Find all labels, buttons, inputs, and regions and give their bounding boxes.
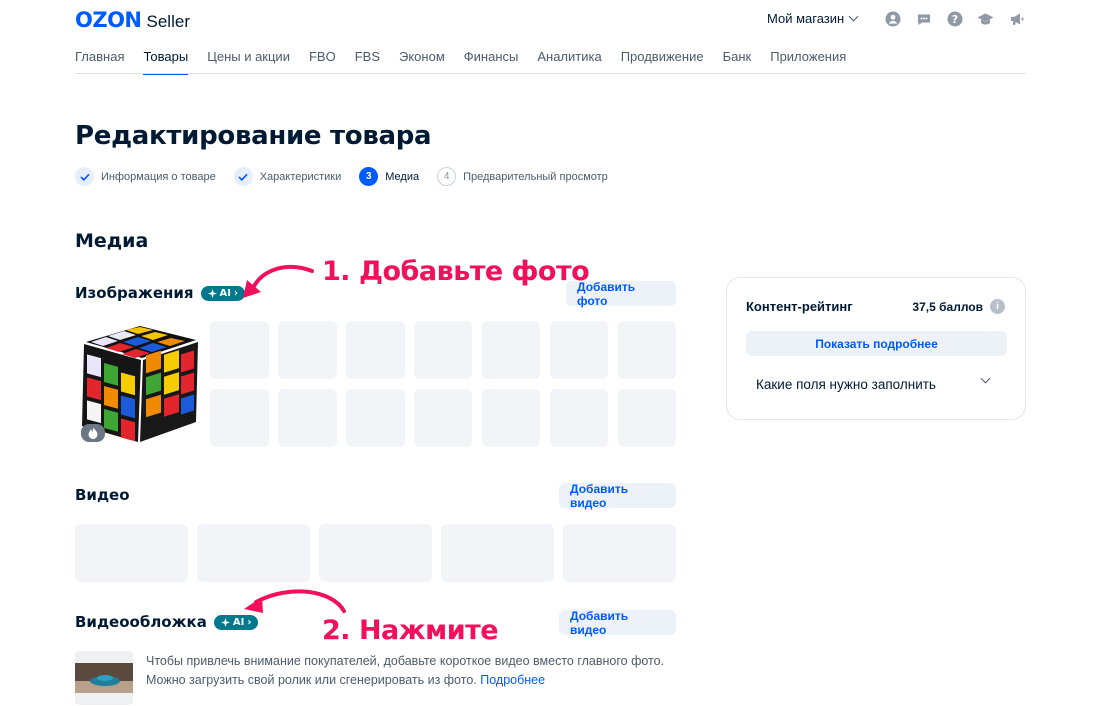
media-heading: Медиа (75, 230, 149, 252)
step-label: Характеристики (259, 170, 342, 183)
step-label: Предварительный просмотр (463, 170, 608, 183)
step-product-info[interactable]: Информация о товаре (75, 167, 216, 186)
required-fields-toggle[interactable]: Какие поля нужно заполнить (756, 377, 936, 392)
video-cover-label: Видеообложка (75, 613, 207, 631)
step-label: Информация о товаре (101, 170, 216, 183)
photo-slot[interactable] (346, 321, 405, 379)
nav-item-home[interactable]: Главная (75, 49, 124, 75)
step-number: 4 (437, 167, 457, 186)
photo-slot[interactable] (210, 389, 269, 447)
check-icon (233, 167, 253, 186)
chevron-down-icon[interactable] (980, 373, 991, 384)
chevron-right-icon: › (233, 287, 239, 299)
logo-product: Seller (146, 12, 190, 31)
cover-text-line2: Можно загрузить свой ролик или сгенериро… (146, 671, 686, 690)
content-rating-card: Контент-рейтинг 37,5 баллов i Показать п… (726, 277, 1026, 420)
nav-item-bank[interactable]: Банк (723, 49, 752, 75)
photo-slot[interactable] (278, 321, 337, 379)
step-media[interactable]: 3 Медиа (359, 167, 419, 186)
video-cover-section-label: Видеообложка AI › (75, 613, 259, 631)
show-details-button[interactable]: Показать подробнее (746, 331, 1007, 356)
user-icon[interactable] (884, 10, 901, 27)
nav-item-analytics[interactable]: Аналитика (537, 49, 601, 75)
annotation-add-photo: 1. Добавьте фото (322, 256, 590, 287)
chat-icon[interactable] (915, 10, 932, 27)
step-number: 3 (359, 167, 379, 186)
video-cover-thumbnail (75, 651, 133, 705)
content-rating-title: Контент-рейтинг (746, 299, 853, 314)
photo-slot[interactable] (210, 321, 269, 379)
photo-slot[interactable] (618, 321, 676, 379)
content-rating-score: 37,5 баллов (912, 300, 983, 314)
store-label: Мой магазин (767, 11, 845, 26)
add-cover-video-button[interactable]: Добавить видео (559, 609, 676, 637)
step-preview[interactable]: 4 Предварительный просмотр (437, 167, 608, 186)
nav-divider (75, 73, 1026, 74)
info-icon[interactable]: i (990, 299, 1005, 314)
sparkle-icon (207, 288, 217, 298)
photo-slot[interactable] (550, 389, 608, 447)
step-characteristics[interactable]: Характеристики (233, 167, 342, 186)
nav-item-fbs[interactable]: FBS (355, 49, 380, 75)
video-slot[interactable] (197, 524, 310, 582)
video-slot[interactable] (319, 524, 432, 582)
nav-item-apps[interactable]: Приложения (770, 49, 846, 75)
nav-item-prices[interactable]: Цены и акции (207, 49, 290, 75)
video-slot[interactable] (441, 524, 554, 582)
chevron-down-icon (848, 11, 859, 22)
nav-item-fbo[interactable]: FBO (309, 49, 336, 75)
nav-item-finance[interactable]: Финансы (464, 49, 519, 75)
video-slot[interactable] (75, 524, 188, 582)
ai-badge-label: AI (232, 616, 245, 628)
page-title: Редактирование товара (75, 121, 432, 151)
fire-icon (81, 424, 105, 442)
help-icon[interactable]: ? (946, 10, 963, 27)
nav-item-products[interactable]: Товары (143, 49, 188, 75)
step-label: Медиа (385, 170, 420, 183)
video-slot[interactable] (563, 524, 676, 582)
photo-slot[interactable] (482, 389, 540, 447)
video-cover-description: Чтобы привлечь внимание покупателей, доб… (146, 652, 686, 690)
images-section-label: Изображения AI › (75, 284, 246, 302)
video-label: Видео (75, 486, 130, 504)
chevron-right-icon: › (247, 616, 252, 628)
nav-item-promotion[interactable]: Продвижение (621, 49, 704, 75)
stepper: Информация о товаре Характеристики 3 Мед… (75, 167, 608, 186)
video-section-label: Видео (75, 486, 130, 504)
check-icon (75, 167, 94, 186)
nav-item-economy[interactable]: Эконом (399, 49, 445, 75)
main-nav: Главная Товары Цены и акции FBO FBS Экон… (75, 49, 846, 75)
photo-slot[interactable] (346, 389, 405, 447)
cover-text-line1: Чтобы привлечь внимание покупателей, доб… (146, 654, 665, 668)
announcement-icon[interactable] (1008, 10, 1025, 27)
ai-badge-label: AI (219, 287, 231, 299)
photo-slot[interactable] (414, 389, 472, 447)
images-label: Изображения (75, 284, 194, 302)
sparkle-icon (220, 617, 230, 627)
cover-text-line2-text: Можно загрузить свой ролик или сгенериро… (146, 673, 477, 687)
ozon-seller-logo[interactable]: OZON Seller (75, 8, 190, 32)
add-video-button[interactable]: Добавить видео (559, 482, 676, 510)
store-selector[interactable]: Мой магазин (767, 11, 859, 26)
ai-badge-images[interactable]: AI › (200, 285, 246, 301)
photo-slot[interactable] (550, 321, 608, 379)
photo-slot[interactable] (482, 321, 540, 379)
photo-slot[interactable] (414, 321, 472, 379)
svg-text:?: ? (951, 12, 957, 25)
header-icons: ? (884, 10, 1025, 27)
education-icon[interactable] (977, 10, 994, 27)
photo-slot[interactable] (618, 389, 676, 447)
photo-slot[interactable] (278, 389, 337, 447)
logo-brand: OZON (75, 8, 142, 32)
ai-badge-cover[interactable]: AI › (213, 614, 259, 630)
annotation-click: 2. Нажмите (322, 615, 499, 646)
more-link[interactable]: Подробнее (480, 673, 545, 687)
